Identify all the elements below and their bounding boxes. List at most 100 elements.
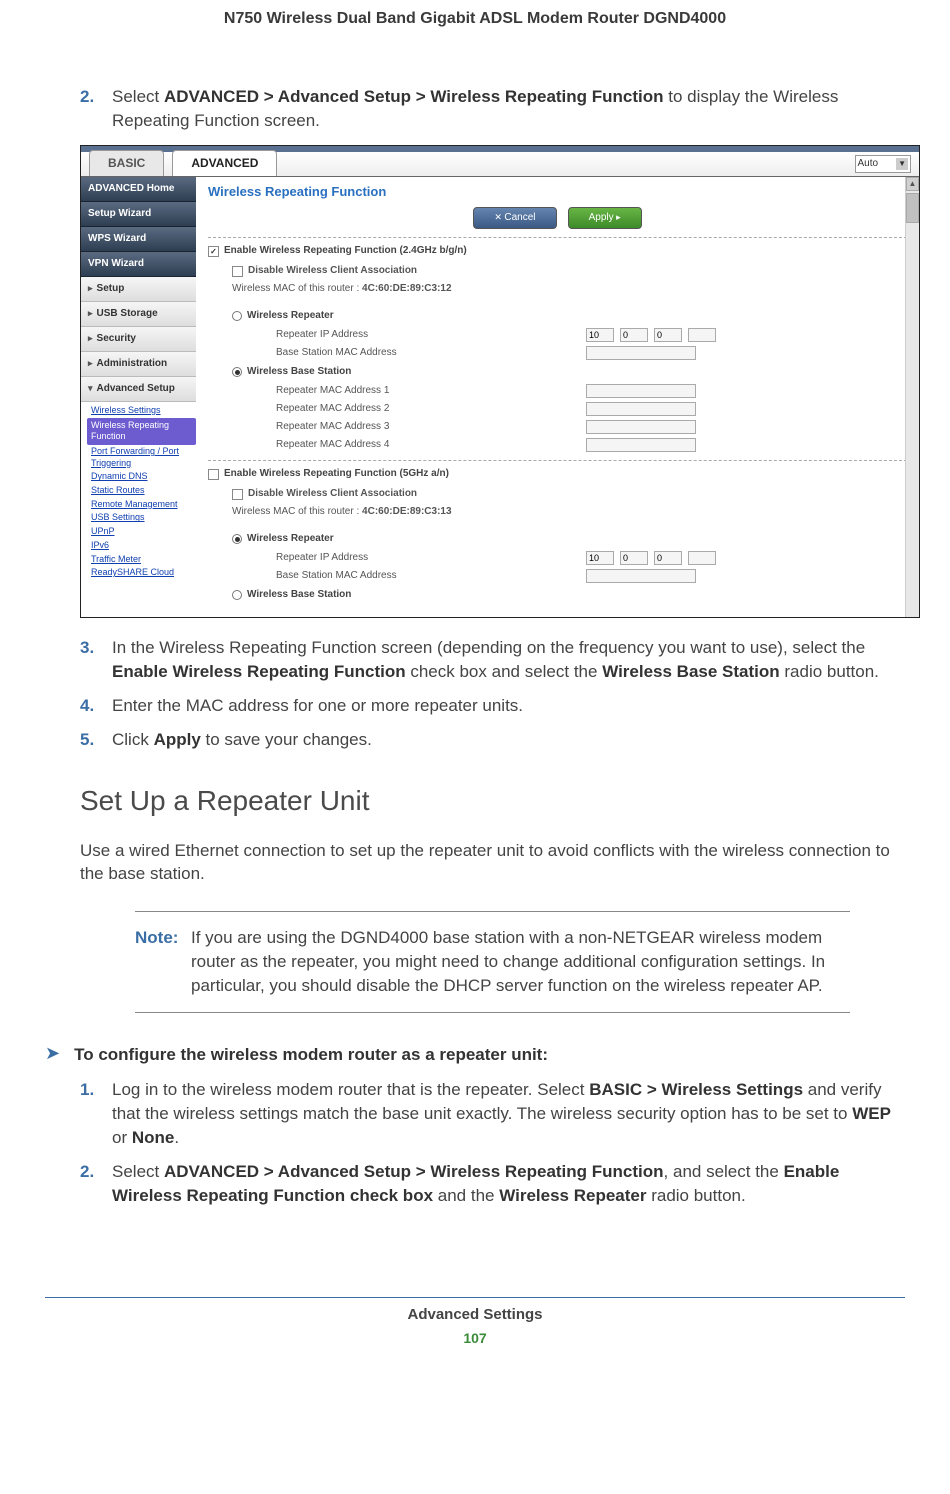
enable-24-checkbox[interactable]: ✓ — [208, 246, 219, 257]
ip-5-octet-3[interactable] — [654, 551, 682, 565]
apply-button[interactable]: Apply — [568, 207, 642, 229]
rep-mac3-input[interactable] — [586, 420, 696, 434]
procedure-title: To configure the wireless modem router a… — [74, 1043, 548, 1067]
base-station-5-radio[interactable] — [232, 590, 242, 600]
cancel-button[interactable]: Cancel — [473, 207, 556, 229]
sidebar-item-setup-wizard[interactable]: Setup Wizard — [81, 202, 196, 227]
step-text: to save your changes. — [201, 730, 372, 749]
step-body: Select ADVANCED > Advanced Setup > Wirel… — [112, 1160, 905, 1208]
step-text: , and select the — [664, 1162, 784, 1181]
ss-tabbar: BASIC ADVANCED Auto ▼ — [81, 152, 919, 176]
tab-advanced[interactable]: ADVANCED — [172, 150, 277, 176]
step-body: Log in to the wireless modem router that… — [112, 1078, 905, 1149]
step-number: 2. — [80, 1160, 112, 1208]
step-bold: Wireless Base Station — [602, 662, 779, 681]
step-text: Select — [112, 87, 164, 106]
step-text: Log in to the wireless modem router that… — [112, 1080, 589, 1099]
ip-24-octet-1[interactable] — [586, 328, 614, 342]
section-heading: Set Up a Repeater Unit — [80, 781, 905, 820]
section-24ghz: ✓ Enable Wireless Repeating Function (2.… — [208, 237, 907, 460]
tab-basic[interactable]: BASIC — [89, 150, 164, 176]
sublink-traffic-meter[interactable]: Traffic Meter — [91, 553, 196, 567]
step-number: 5. — [80, 728, 112, 752]
step-2: 2. Select ADVANCED > Advanced Setup > Wi… — [80, 85, 905, 133]
ip-5-octet-4[interactable] — [688, 551, 716, 565]
enable-24-label: Enable Wireless Repeating Function (2.4G… — [224, 244, 467, 258]
scroll-thumb[interactable] — [906, 193, 919, 223]
rep-mac2-input[interactable] — [586, 402, 696, 416]
sublink-usb-settings[interactable]: USB Settings — [91, 511, 196, 525]
procedure-heading: ➤ To configure the wireless modem router… — [45, 1043, 905, 1067]
rep-mac2-label: Repeater MAC Address 2 — [276, 402, 586, 416]
ip-24-octet-4[interactable] — [688, 328, 716, 342]
sidebar-item-wps-wizard[interactable]: WPS Wizard — [81, 227, 196, 252]
auto-dropdown[interactable]: Auto ▼ — [855, 155, 912, 173]
sidebar-item-vpn-wizard[interactable]: VPN Wizard — [81, 252, 196, 277]
disable-assoc-5-checkbox[interactable] — [232, 489, 243, 500]
sublink-ipv6[interactable]: IPv6 — [91, 539, 196, 553]
sidebar-item-administration[interactable]: Administration — [81, 352, 196, 377]
sublink-dynamic-dns[interactable]: Dynamic DNS — [91, 470, 196, 484]
scroll-up-icon[interactable]: ▲ — [906, 177, 919, 191]
rep-mac1-input[interactable] — [586, 384, 696, 398]
base-mac-5-input[interactable] — [586, 569, 696, 583]
ss-sidebar: ADVANCED Home Setup Wizard WPS Wizard VP… — [81, 177, 196, 617]
mac-value-5: 4C:60:DE:89:C3:13 — [362, 506, 451, 517]
sidebar-item-usb-storage[interactable]: USB Storage — [81, 302, 196, 327]
step-text: radio button. — [780, 662, 879, 681]
scrollbar[interactable]: ▲ — [905, 177, 919, 617]
step-b1: 1. Log in to the wireless modem router t… — [80, 1078, 905, 1149]
step-body: Click Apply to save your changes. — [112, 728, 905, 752]
ip-5-octet-1[interactable] — [586, 551, 614, 565]
step-4: 4. Enter the MAC address for one or more… — [80, 694, 905, 718]
step-body: Enter the MAC address for one or more re… — [112, 694, 905, 718]
step-bold: ADVANCED > Advanced Setup > Wireless Rep… — [164, 87, 664, 106]
sublink-port-forwarding[interactable]: Port Forwarding / Port Triggering — [91, 445, 196, 470]
base-mac-24-input[interactable] — [586, 346, 696, 360]
step-text: radio button. — [646, 1186, 745, 1205]
step-body: In the Wireless Repeating Function scree… — [112, 636, 905, 684]
rep-mac1-label: Repeater MAC Address 1 — [276, 384, 586, 398]
step-text: Select — [112, 1162, 164, 1181]
base-station-24-radio[interactable] — [232, 367, 242, 377]
sublink-upnp[interactable]: UPnP — [91, 525, 196, 539]
sublink-static-routes[interactable]: Static Routes — [91, 484, 196, 498]
step-text: Click — [112, 730, 154, 749]
step-text: In the Wireless Repeating Function scree… — [112, 638, 865, 657]
footer-section: Advanced Settings — [45, 1304, 905, 1325]
page-header-title: N750 Wireless Dual Band Gigabit ADSL Mod… — [45, 8, 905, 30]
arrow-icon: ➤ — [45, 1043, 60, 1065]
ip-24-octet-3[interactable] — [654, 328, 682, 342]
sidebar-item-setup[interactable]: Setup — [81, 277, 196, 302]
step-number: 2. — [80, 85, 112, 133]
repeater-24-label: Wireless Repeater — [247, 309, 334, 323]
sublink-wireless-repeating[interactable]: Wireless Repeating Function — [87, 418, 196, 445]
screenshot-figure: BASIC ADVANCED Auto ▼ ADVANCED Home Setu… — [80, 145, 920, 618]
note-text: If you are using the DGND4000 base stati… — [191, 926, 850, 997]
step-text: . — [174, 1128, 179, 1147]
rep-mac4-input[interactable] — [586, 438, 696, 452]
step-number: 1. — [80, 1078, 112, 1149]
sublink-readyshare-cloud[interactable]: ReadySHARE Cloud — [91, 566, 196, 580]
ip-24-octet-2[interactable] — [620, 328, 648, 342]
repeater-24-radio[interactable] — [232, 311, 242, 321]
button-row: Cancel Apply — [208, 207, 907, 229]
rep-mac3-label: Repeater MAC Address 3 — [276, 420, 586, 434]
repeater-5-radio[interactable] — [232, 534, 242, 544]
sidebar-item-advanced-home[interactable]: ADVANCED Home — [81, 177, 196, 202]
note-box: Note: If you are using the DGND4000 base… — [135, 911, 850, 1012]
ip-5-octet-2[interactable] — [620, 551, 648, 565]
sublink-wireless-settings[interactable]: Wireless Settings — [91, 404, 196, 418]
rep-ip-24-label: Repeater IP Address — [276, 328, 586, 342]
base-mac-5-label: Base Station MAC Address — [276, 569, 586, 583]
enable-5-checkbox[interactable] — [208, 469, 219, 480]
step-bold: BASIC > Wireless Settings — [589, 1080, 803, 1099]
sublink-remote-management[interactable]: Remote Management — [91, 498, 196, 512]
disable-assoc-24-checkbox[interactable] — [232, 266, 243, 277]
step-text: or — [112, 1128, 132, 1147]
sidebar-item-advanced-setup[interactable]: Advanced Setup — [81, 377, 196, 402]
sidebar-item-security[interactable]: Security — [81, 327, 196, 352]
step-body: Select ADVANCED > Advanced Setup > Wirel… — [112, 85, 905, 133]
repeater-5-label: Wireless Repeater — [247, 532, 334, 546]
disable-assoc-24-label: Disable Wireless Client Association — [248, 262, 417, 280]
